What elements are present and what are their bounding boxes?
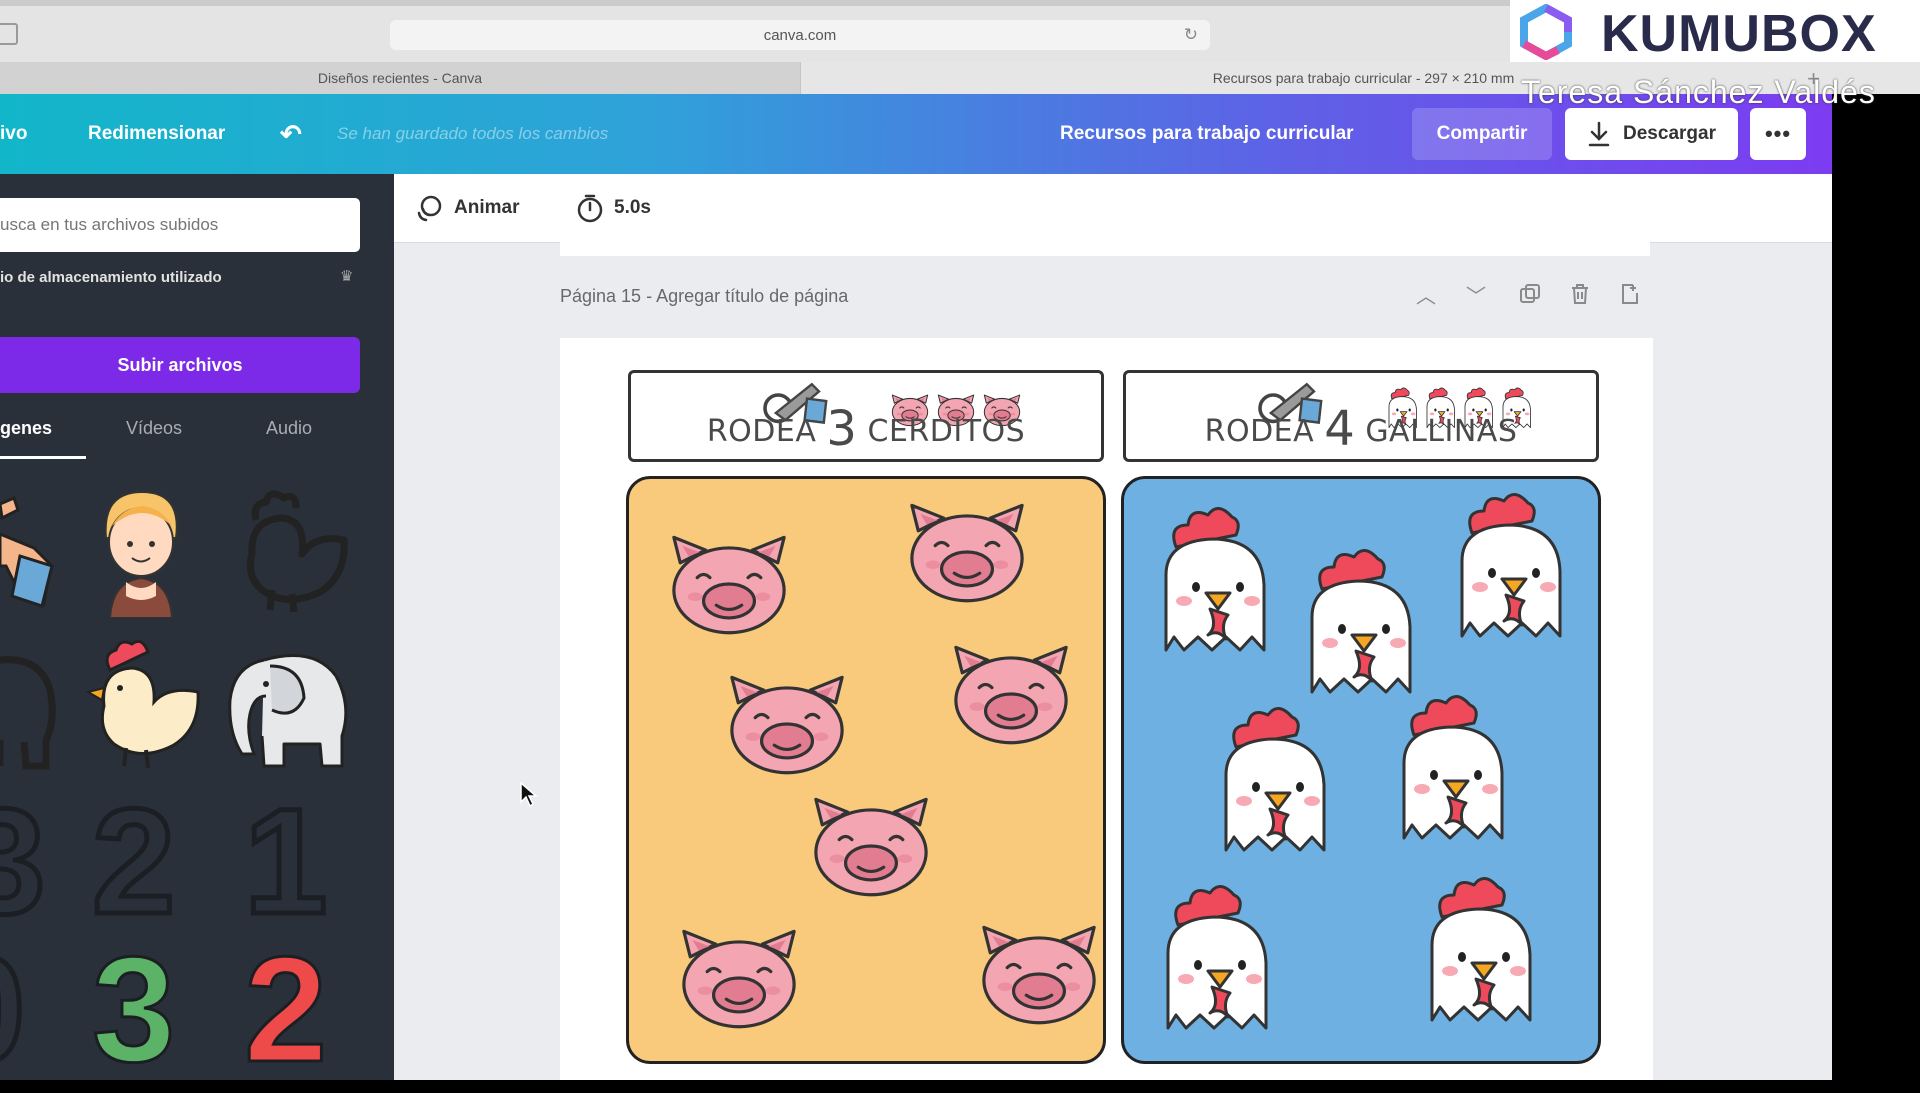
pig-icon[interactable] bbox=[723, 671, 851, 777]
animate-button[interactable]: Animar bbox=[414, 174, 519, 242]
url-text: canva.com bbox=[763, 26, 837, 44]
instruction-animal: GALLINAS bbox=[1365, 414, 1518, 449]
hand-pencil-thumbnail[interactable] bbox=[0, 494, 58, 614]
girl-thumbnail[interactable] bbox=[92, 486, 190, 618]
number-2-outline-thumbnail[interactable]: 2 bbox=[89, 784, 177, 939]
tab-images[interactable]: genes bbox=[0, 418, 52, 439]
instruction-number: 4 bbox=[1324, 401, 1356, 457]
duplicate-icon[interactable] bbox=[1518, 282, 1542, 306]
hen-icon[interactable] bbox=[1214, 705, 1338, 855]
page-title[interactable]: Página 15 - Agregar título de página bbox=[560, 286, 848, 307]
instruction-verb: RODEA bbox=[1204, 414, 1315, 449]
tab-videos[interactable]: Vídeos bbox=[126, 418, 182, 439]
pig-icon[interactable] bbox=[807, 793, 935, 899]
elephant-thumbnail[interactable] bbox=[224, 636, 358, 770]
timer-icon bbox=[577, 194, 603, 223]
hen-outline-thumbnail[interactable] bbox=[226, 484, 356, 614]
duration-button[interactable]: 5.0s bbox=[576, 174, 651, 242]
instruction-verb: RODEA bbox=[706, 414, 817, 449]
instruction-box-pigs[interactable]: RODEA 3 CERDITOS bbox=[628, 370, 1104, 462]
chevron-up-icon[interactable]: ︿ bbox=[1416, 280, 1436, 309]
chevron-down-icon[interactable]: ﹀ bbox=[1466, 280, 1486, 309]
presenter-name: Teresa Sánchez Valdés bbox=[1521, 74, 1876, 110]
elephant-outline-thumbnail[interactable] bbox=[0, 640, 58, 770]
hen-icon[interactable] bbox=[1420, 875, 1544, 1025]
hen-icon[interactable] bbox=[1156, 883, 1280, 1033]
previous-page-edge bbox=[560, 242, 1650, 256]
resize-button[interactable]: Redimensionar bbox=[88, 94, 225, 174]
cursor-icon bbox=[520, 782, 538, 808]
undo-icon[interactable]: ↶ bbox=[280, 94, 302, 174]
download-label: Descargar bbox=[1623, 123, 1716, 144]
more-options-button[interactable]: ••• bbox=[1750, 108, 1806, 160]
reload-icon[interactable]: ↻ bbox=[1184, 25, 1198, 45]
number-0-outline-thumbnail[interactable]: 0 bbox=[0, 932, 28, 1087]
context-toolbar: Animar 5.0s bbox=[394, 174, 1832, 243]
save-status: Se han guardado todos los cambios bbox=[337, 124, 609, 143]
add-page-icon[interactable] bbox=[1618, 282, 1642, 306]
pig-icon[interactable] bbox=[675, 925, 803, 1031]
instruction-box-hens[interactable]: RODEA 4 GALLINAS bbox=[1123, 370, 1599, 462]
instruction-text: RODEA 3 CERDITOS bbox=[631, 401, 1101, 457]
duration-label: 5.0s bbox=[614, 197, 651, 218]
hen-color-thumbnail[interactable] bbox=[80, 636, 204, 770]
hen-panel[interactable] bbox=[1121, 476, 1601, 1064]
hen-icon[interactable] bbox=[1450, 491, 1574, 641]
pig-icon[interactable] bbox=[975, 921, 1103, 1027]
pig-panel[interactable] bbox=[626, 476, 1106, 1064]
number-3-outline-thumbnail[interactable]: 3 bbox=[0, 784, 48, 939]
page-controls: ︿ ﹀ bbox=[1416, 280, 1656, 310]
share-button[interactable]: Compartir bbox=[1412, 108, 1552, 160]
active-tab-indicator bbox=[0, 456, 86, 459]
tab-recent-designs[interactable]: Diseños recientes - Canva bbox=[0, 62, 801, 94]
menu-file[interactable]: ivo bbox=[0, 94, 27, 174]
hen-icon[interactable] bbox=[1154, 505, 1278, 655]
brand-logo: KUMUBOX bbox=[1601, 5, 1877, 63]
trash-icon[interactable] bbox=[1568, 282, 1592, 306]
instruction-animal: CERDITOS bbox=[867, 414, 1026, 449]
hen-icon[interactable] bbox=[1300, 547, 1424, 697]
instruction-number: 3 bbox=[826, 401, 858, 457]
search-input[interactable] bbox=[0, 198, 360, 252]
crown-icon: ♛ bbox=[340, 268, 354, 285]
number-1-outline-thumbnail[interactable]: 1 bbox=[241, 784, 329, 939]
hen-icon[interactable] bbox=[1392, 693, 1516, 843]
download-icon bbox=[1588, 121, 1610, 147]
address-bar[interactable]: canva.com ↻ bbox=[390, 20, 1210, 50]
tab-audio[interactable]: Audio bbox=[266, 418, 312, 439]
animate-label: Animar bbox=[454, 197, 520, 218]
download-button[interactable]: Descargar bbox=[1565, 108, 1738, 160]
uploads-panel: io de almacenamiento utilizado ♛ Subir a… bbox=[0, 174, 394, 1087]
instruction-text: RODEA 4 GALLINAS bbox=[1126, 401, 1596, 457]
storage-usage: io de almacenamiento utilizado bbox=[0, 269, 222, 286]
design-page[interactable]: RODEA 3 CERDITOS RODEA 4 GALLINAS bbox=[560, 338, 1653, 1080]
animate-icon bbox=[417, 195, 442, 222]
pig-icon[interactable] bbox=[665, 531, 793, 637]
pig-icon[interactable] bbox=[947, 641, 1075, 747]
upload-files-button[interactable]: Subir archivos bbox=[0, 337, 360, 393]
number-2-red-thumbnail[interactable]: 2 bbox=[242, 933, 328, 1086]
pig-icon[interactable] bbox=[903, 499, 1031, 605]
sidebar-toggle-icon[interactable] bbox=[0, 23, 18, 45]
number-3-green-thumbnail[interactable]: 3 bbox=[90, 933, 176, 1086]
kumubox-logo-icon bbox=[1520, 4, 1572, 60]
design-title[interactable]: Recursos para trabajo curricular bbox=[1060, 94, 1354, 174]
